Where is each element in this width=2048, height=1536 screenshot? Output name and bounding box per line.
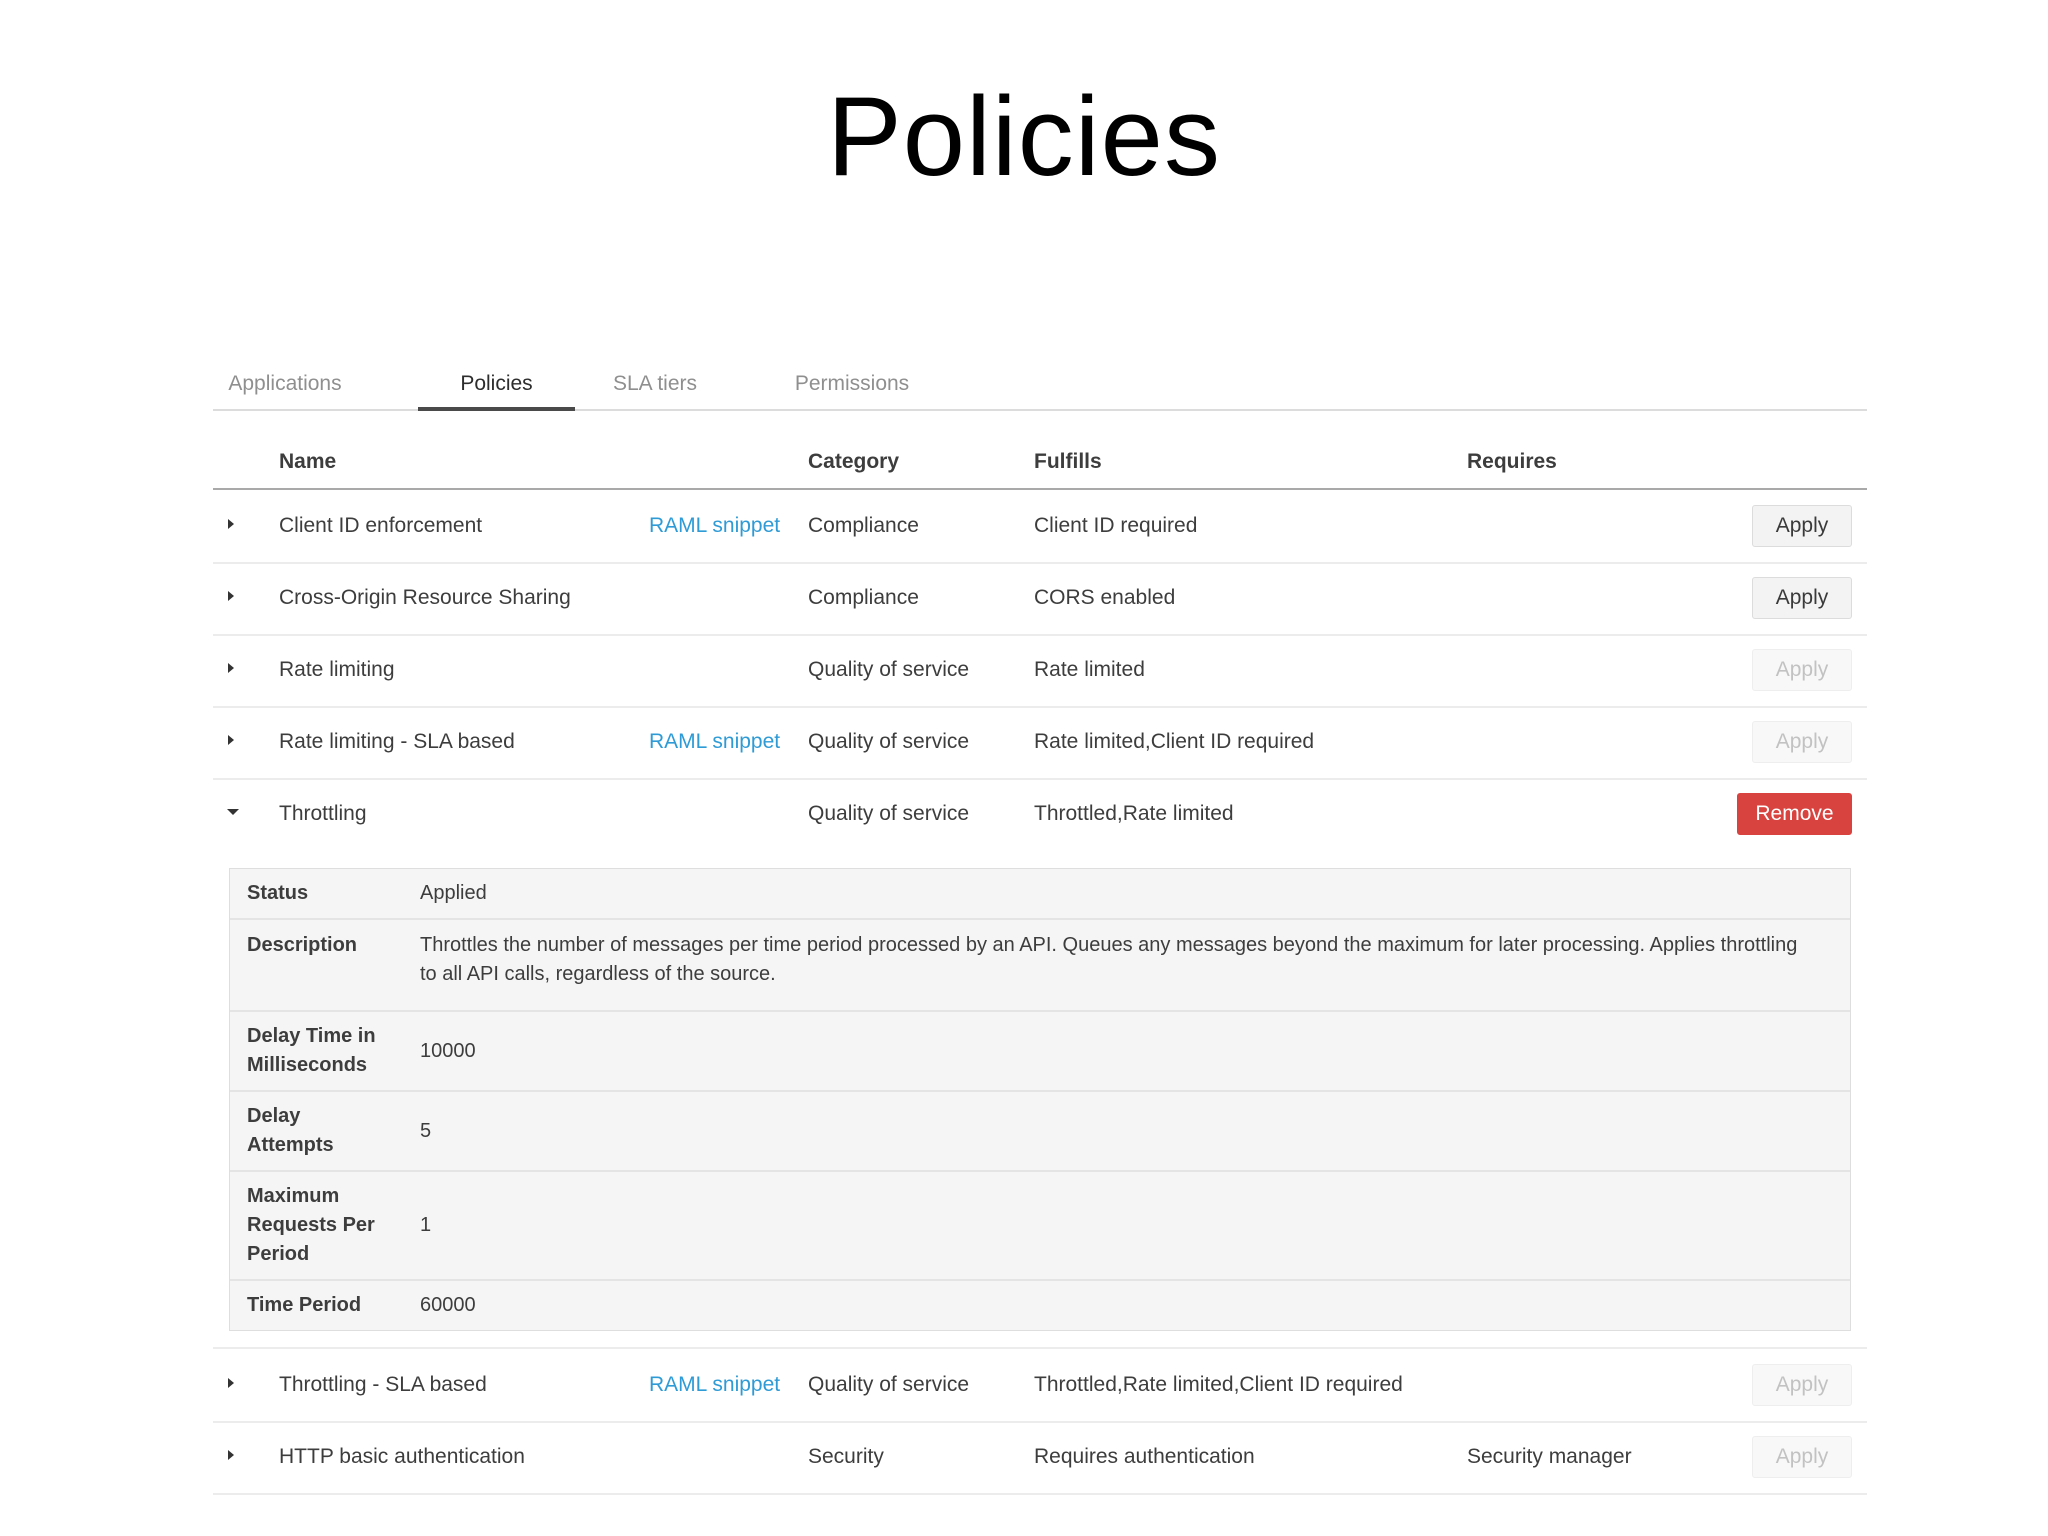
detail-label: Description: [247, 934, 358, 956]
policy-category: Quality of service: [808, 802, 970, 825]
detail-value: 10000: [420, 1040, 476, 1062]
caret-right-icon[interactable]: [225, 1373, 237, 1393]
caret-right-icon[interactable]: [225, 730, 237, 750]
detail-row-time-period: Time Period 60000: [230, 1281, 1850, 1330]
apply-button[interactable]: Apply: [1752, 505, 1852, 547]
policy-name: Rate limiting - SLA based: [279, 730, 515, 753]
policy-fulfills: Rate limited: [1034, 658, 1145, 681]
policy-fulfills: Rate limited,Client ID required: [1034, 730, 1315, 753]
detail-label: Time Period: [247, 1294, 362, 1316]
table-header: Name Category Fulfills Requires: [213, 440, 1867, 490]
caret-right-icon[interactable]: [225, 586, 237, 606]
policy-name: Rate limiting: [279, 658, 395, 681]
detail-row-max-requests: Maximum Requests Per Period 1: [230, 1172, 1850, 1281]
raml-snippet-link[interactable]: RAML snippet: [649, 730, 780, 754]
policy-name: Throttling - SLA based: [279, 1373, 487, 1396]
policy-category: Quality of service: [808, 1373, 970, 1396]
policy-name: HTTP basic authentication: [279, 1445, 525, 1468]
detail-label: Maximum Requests Per Period: [247, 1185, 375, 1265]
remove-button[interactable]: Remove: [1737, 793, 1852, 835]
caret-down-icon[interactable]: [225, 802, 239, 822]
policy-details-panel: Status Applied Description Throttles the…: [229, 868, 1851, 1331]
policy-fulfills: Throttled,Rate limited: [1034, 802, 1234, 825]
table-row: Client ID enforcement RAML snippet Compl…: [213, 490, 1867, 564]
caret-right-icon[interactable]: [225, 514, 237, 534]
table-row: Rate limiting - SLA based RAML snippet Q…: [213, 706, 1867, 780]
detail-value: Applied: [420, 882, 487, 904]
tab-permissions[interactable]: Permissions: [792, 356, 912, 409]
policy-category: Quality of service: [808, 730, 970, 753]
apply-button[interactable]: Apply: [1752, 1436, 1852, 1478]
detail-row-delay-time: Delay Time in Milliseconds 10000: [230, 1012, 1850, 1092]
tab-bar: Applications Policies SLA tiers Permissi…: [213, 356, 1867, 411]
policy-fulfills: Client ID required: [1034, 514, 1198, 537]
raml-snippet-link[interactable]: RAML snippet: [649, 514, 780, 538]
table-row: Throttling Quality of service Throttled,…: [213, 778, 1867, 850]
apply-button[interactable]: Apply: [1752, 577, 1852, 619]
tab-sla-tiers[interactable]: SLA tiers: [610, 356, 700, 409]
apply-button[interactable]: Apply: [1752, 721, 1852, 763]
detail-label: Delay Attempts: [247, 1105, 334, 1156]
caret-right-icon[interactable]: [225, 658, 237, 678]
header-fulfills: Fulfills: [1034, 450, 1102, 473]
raml-snippet-link[interactable]: RAML snippet: [649, 1373, 780, 1397]
policy-name: Cross-Origin Resource Sharing: [279, 586, 571, 609]
detail-value: Throttles the number of messages per tim…: [420, 934, 1798, 985]
detail-row-delay-attempts: Delay Attempts 5: [230, 1092, 1850, 1172]
policy-category: Compliance: [808, 586, 919, 609]
detail-label: Status: [247, 882, 309, 904]
apply-button[interactable]: Apply: [1752, 1364, 1852, 1406]
table-row: Throttling - SLA based RAML snippet Qual…: [213, 1347, 1867, 1423]
table-row: HTTP basic authentication Security Requi…: [213, 1421, 1867, 1495]
caret-right-icon[interactable]: [225, 1445, 237, 1465]
policy-name: Throttling: [279, 802, 367, 825]
policy-category: Security: [808, 1445, 884, 1468]
page-title: Policies: [827, 74, 1221, 199]
policy-requires: Security manager: [1467, 1445, 1632, 1468]
tab-policies[interactable]: Policies: [418, 356, 575, 411]
table-row: Rate limiting Quality of service Rate li…: [213, 634, 1867, 708]
policy-fulfills: CORS enabled: [1034, 586, 1176, 609]
detail-value: 5: [420, 1120, 432, 1142]
detail-label: Delay Time in Milliseconds: [247, 1025, 376, 1076]
header-name: Name: [279, 450, 337, 473]
detail-row-status: Status Applied: [230, 869, 1850, 920]
header-category: Category: [808, 450, 900, 473]
policy-category: Quality of service: [808, 658, 970, 681]
table-row: Cross-Origin Resource Sharing Compliance…: [213, 562, 1867, 636]
tab-applications[interactable]: Applications: [225, 356, 345, 409]
detail-value: 60000: [420, 1294, 476, 1316]
detail-value: 1: [420, 1214, 432, 1236]
policy-name: Client ID enforcement: [279, 514, 483, 537]
policy-fulfills: Requires authentication: [1034, 1445, 1255, 1468]
policy-fulfills: Throttled,Rate limited,Client ID require…: [1034, 1373, 1403, 1396]
header-requires: Requires: [1467, 450, 1557, 473]
policy-category: Compliance: [808, 514, 919, 537]
apply-button[interactable]: Apply: [1752, 649, 1852, 691]
detail-row-description: Description Throttles the number of mess…: [230, 920, 1850, 1012]
